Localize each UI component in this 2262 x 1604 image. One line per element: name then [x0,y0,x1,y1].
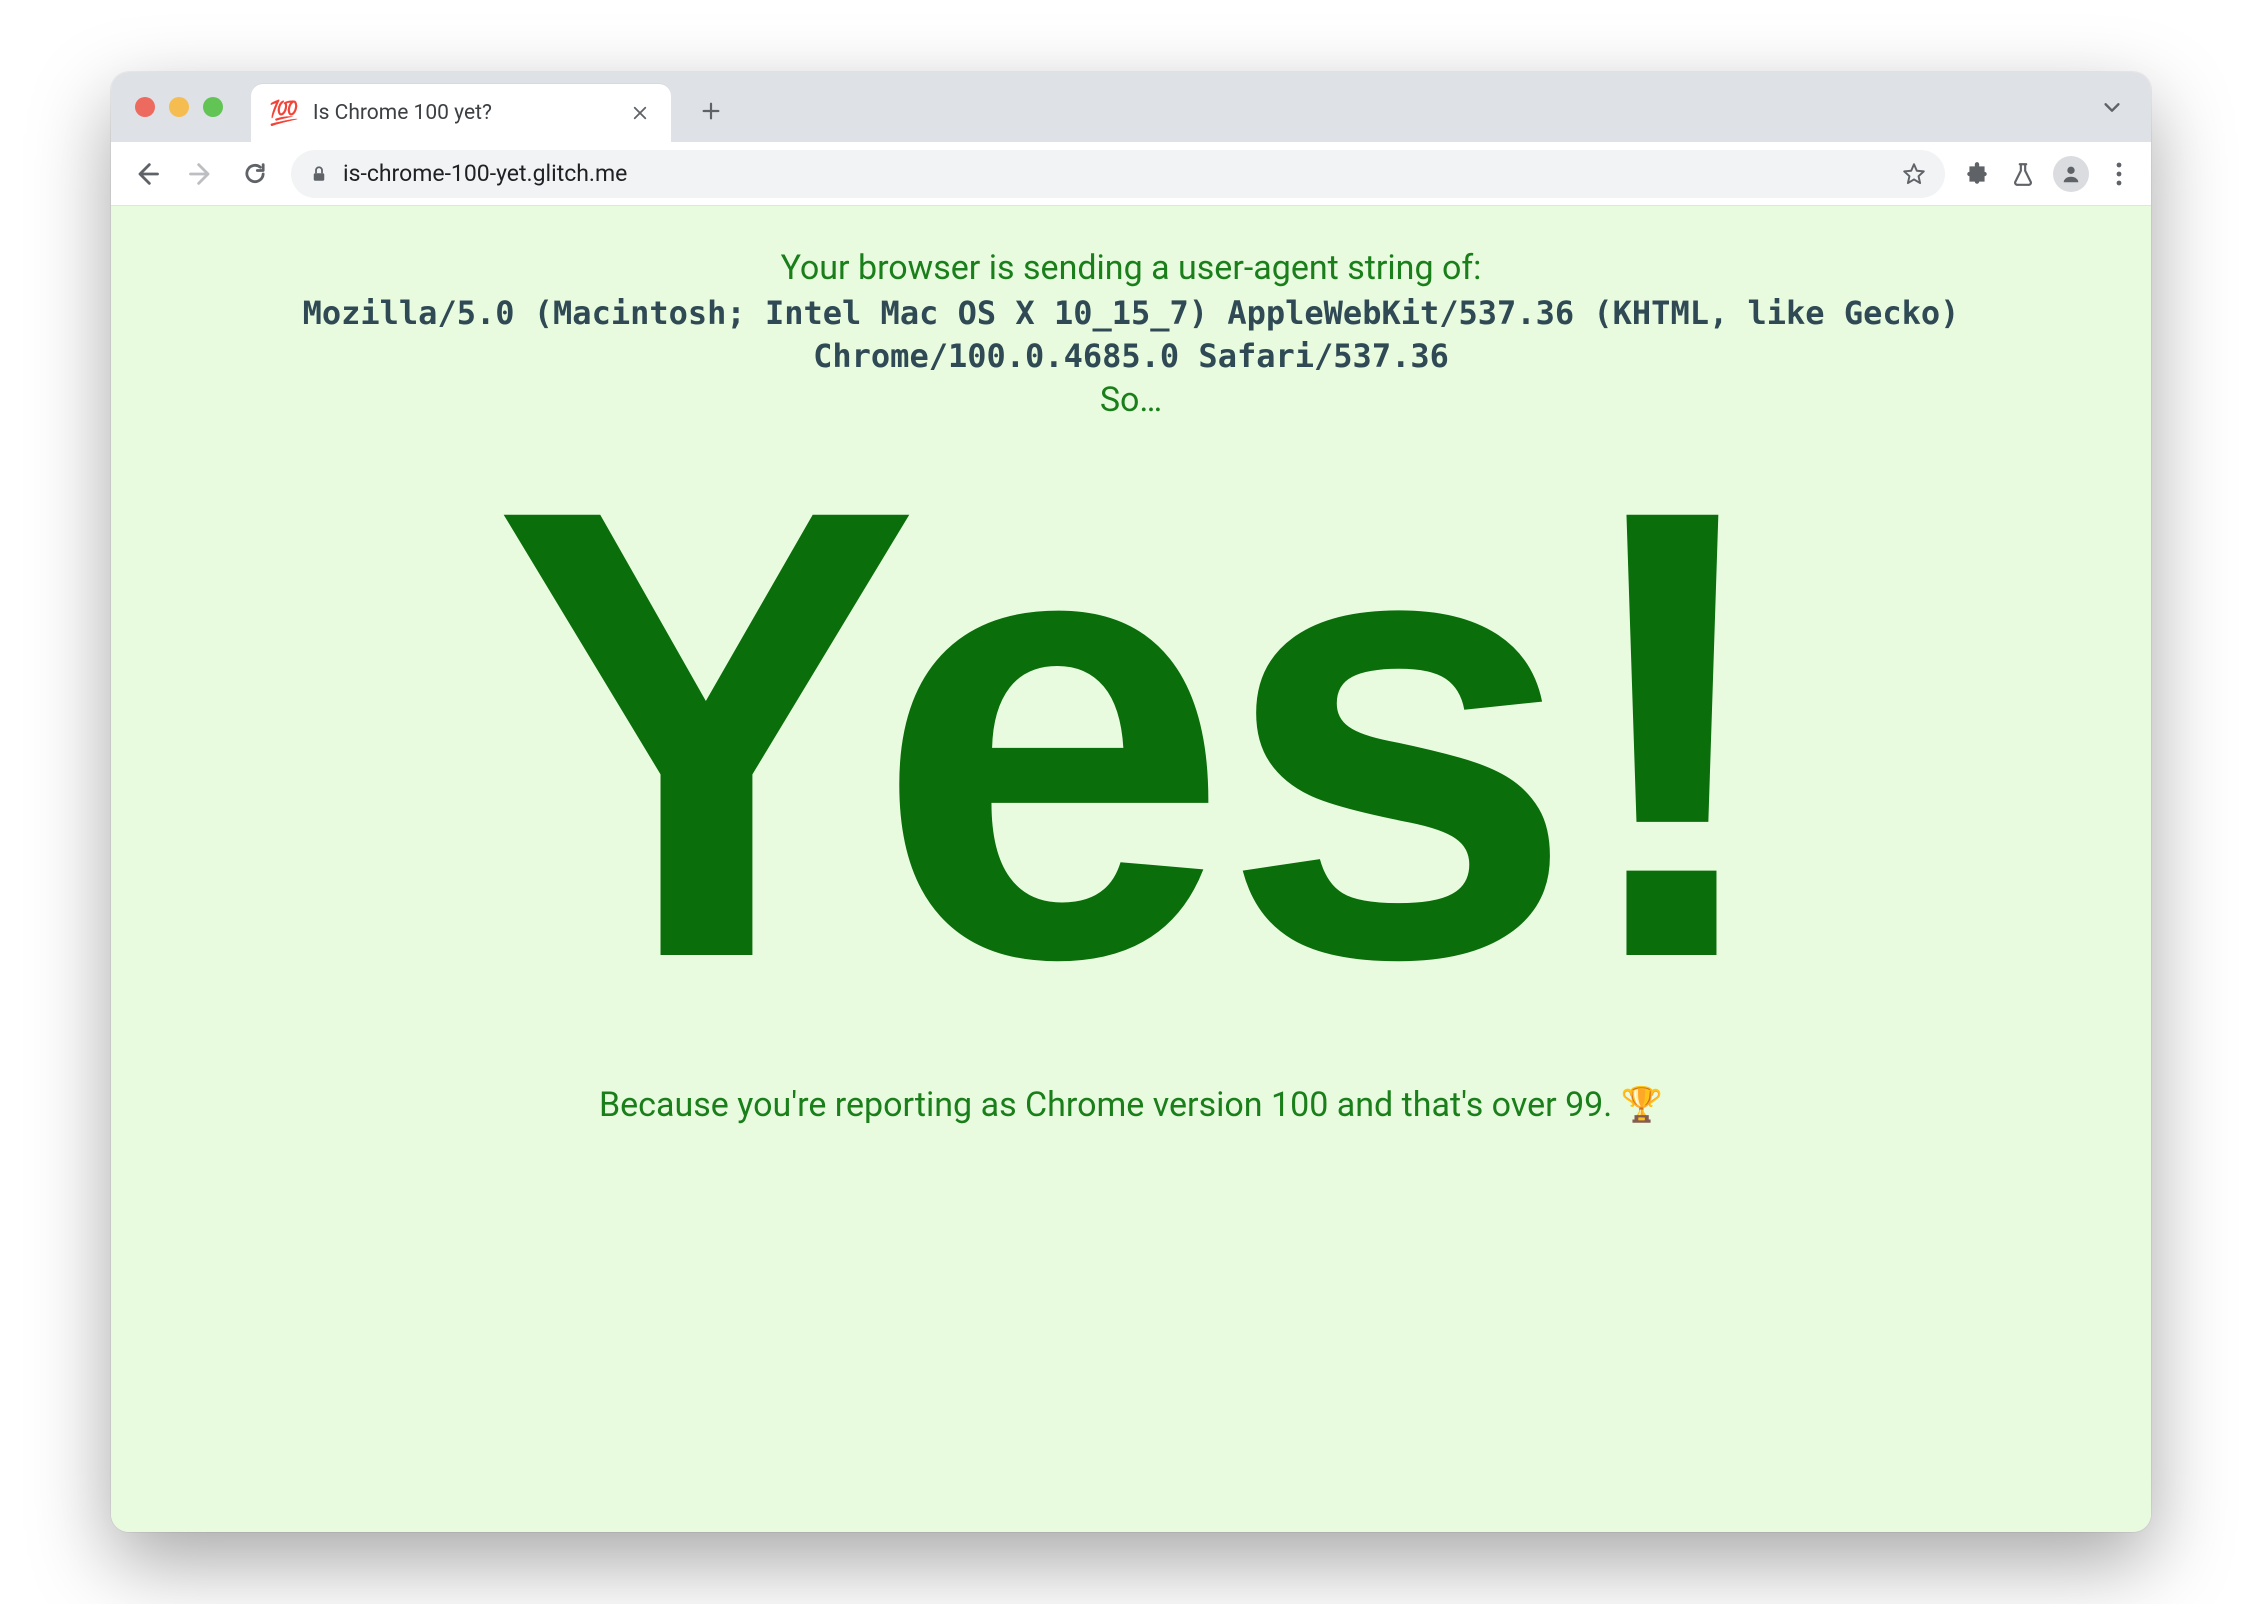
chrome-menu-button[interactable] [2099,154,2139,194]
tab-active[interactable]: 💯 Is Chrome 100 yet? [251,84,671,142]
star-icon [1901,161,1927,187]
user-agent-string: Mozilla/5.0 (Macintosh; Intel Mac OS X 1… [191,292,2071,378]
new-tab-button[interactable] [689,89,733,133]
page-content: Your browser is sending a user-agent str… [111,206,2151,1532]
tab-favicon: 💯 [269,99,299,127]
window-minimize-button[interactable] [169,97,189,117]
close-icon [631,104,649,122]
labs-button[interactable] [2003,154,2043,194]
chevron-down-icon [2101,96,2123,118]
reason-text: Because you're reporting as Chrome versi… [599,1085,1663,1125]
intro-text: Your browser is sending a user-agent str… [781,248,1482,288]
nav-back-button[interactable] [123,150,171,198]
window-controls [135,97,223,117]
profile-button[interactable] [2053,156,2089,192]
browser-window: 💯 Is Chrome 100 yet? is-chrome-100-y [111,72,2151,1532]
address-bar[interactable]: is-chrome-100-yet.glitch.me [291,150,1945,198]
reload-icon [241,160,269,188]
window-close-button[interactable] [135,97,155,117]
answer-text: Yes! [493,440,1770,1029]
lock-icon [310,163,328,185]
tab-title: Is Chrome 100 yet? [313,101,613,125]
tab-close-button[interactable] [627,100,653,126]
kebab-icon [2116,162,2122,186]
flask-icon [2010,161,2036,187]
arrow-left-icon [133,160,161,188]
url-text: is-chrome-100-yet.glitch.me [343,160,1887,187]
plus-icon [700,100,722,122]
nav-forward-button[interactable] [177,150,225,198]
reload-button[interactable] [231,150,279,198]
site-info-button[interactable] [309,164,329,184]
window-zoom-button[interactable] [203,97,223,117]
person-icon [2060,163,2082,185]
toolbar: is-chrome-100-yet.glitch.me [111,142,2151,206]
extensions-button[interactable] [1957,154,1997,194]
arrow-right-icon [187,160,215,188]
tabs-dropdown-button[interactable] [2095,90,2129,124]
bookmark-button[interactable] [1901,161,1927,187]
tab-strip: 💯 Is Chrome 100 yet? [111,72,2151,142]
puzzle-icon [1964,161,1990,187]
